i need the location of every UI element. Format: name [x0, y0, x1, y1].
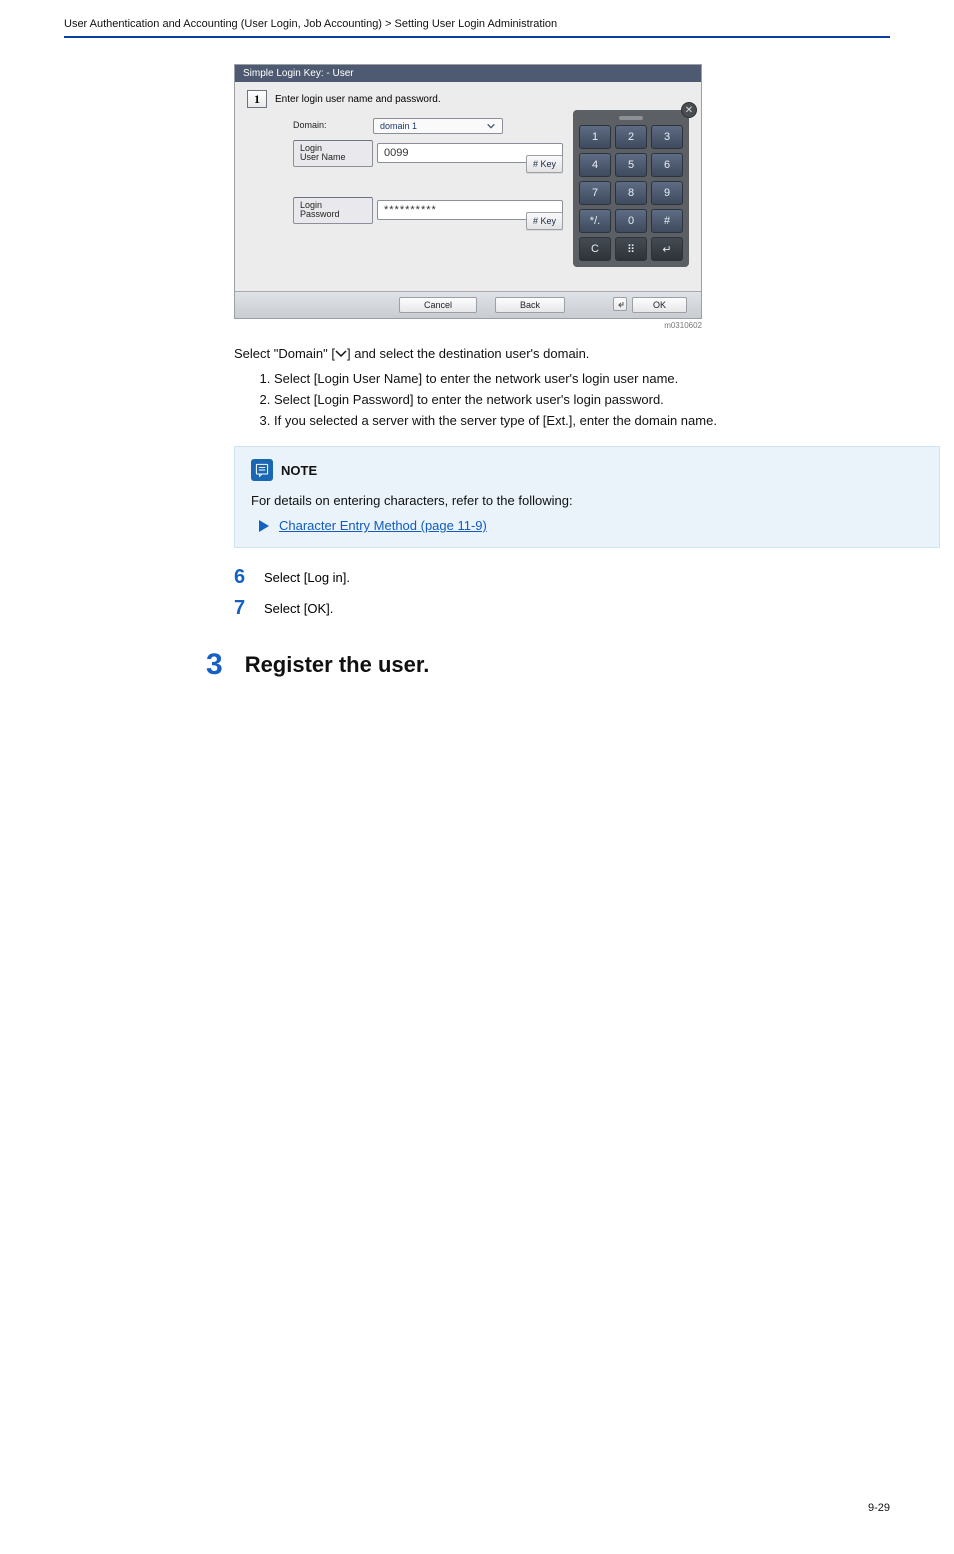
step-6-number: 6: [234, 566, 252, 589]
hash-keys-button-1[interactable]: # Key: [526, 155, 563, 173]
arrow-right-icon: [259, 520, 269, 532]
screenshot-code: m0310602: [234, 321, 702, 330]
domain-label: Domain:: [293, 121, 373, 131]
keypad-drag-handle[interactable]: [619, 116, 643, 120]
substep-1: Select [Login User Name] to enter the ne…: [274, 371, 890, 386]
login-username-label[interactable]: Login User Name: [293, 140, 373, 167]
keypad-close-icon[interactable]: ✕: [681, 102, 697, 118]
page-header-left: User Authentication and Accounting (User…: [64, 18, 557, 30]
main-step-3: 3 Register the user.: [206, 648, 890, 682]
character-entry-link[interactable]: Character Entry Method (page 11-9): [279, 518, 487, 533]
note-body-text: For details on entering characters, refe…: [251, 493, 923, 508]
chevron-down-icon: [486, 121, 496, 131]
substep-3: If you selected a server with the server…: [274, 413, 890, 428]
note-block: NOTE For details on entering characters,…: [234, 446, 940, 548]
numkey-sym[interactable]: */.: [579, 209, 611, 233]
substep-2: Select [Login Password] to enter the net…: [274, 392, 890, 407]
numkey-0[interactable]: 0: [615, 209, 647, 233]
numeric-keypad: ✕ 1 2 3 4 5 6 7 8 9 */.: [573, 110, 689, 267]
numkey-3[interactable]: 3: [651, 125, 683, 149]
note-title: NOTE: [281, 463, 317, 478]
step-7-row: 7 Select [OK].: [234, 597, 890, 620]
numkey-1[interactable]: 1: [579, 125, 611, 149]
note-icon: [251, 459, 273, 481]
numkey-grid-icon[interactable]: ⠿: [615, 237, 647, 261]
screenshot-titlebar: Simple Login Key: - User: [235, 65, 701, 82]
substep-list: Select [Login User Name] to enter the ne…: [234, 371, 890, 428]
numkey-2[interactable]: 2: [615, 125, 647, 149]
numkey-4[interactable]: 4: [579, 153, 611, 177]
wizard-step-number: 1: [247, 90, 267, 108]
numkey-8[interactable]: 8: [615, 181, 647, 205]
domain-select[interactable]: domain 1: [373, 118, 503, 134]
cancel-button[interactable]: Cancel: [399, 297, 477, 313]
wizard-instruction: Enter login user name and password.: [275, 94, 441, 105]
enter-icon: [613, 297, 627, 311]
step-7-text: Select [OK].: [264, 601, 333, 616]
footer-right-page-number: 9-29: [868, 1502, 890, 1514]
ok-button[interactable]: OK: [632, 297, 687, 313]
domain-select-value: domain 1: [380, 121, 417, 131]
numkey-5[interactable]: 5: [615, 153, 647, 177]
numkey-7[interactable]: 7: [579, 181, 611, 205]
main-step-3-text: Register the user.: [245, 652, 430, 678]
step-7-number: 7: [234, 597, 252, 620]
header-rule: [64, 36, 890, 38]
login-screenshot: Simple Login Key: - User 1 Enter login u…: [234, 64, 702, 319]
numkey-enter-icon[interactable]: ↵: [651, 237, 683, 261]
numkey-clear[interactable]: C: [579, 237, 611, 261]
main-step-3-number: 3: [206, 648, 223, 682]
numkey-6[interactable]: 6: [651, 153, 683, 177]
numkey-hash[interactable]: #: [651, 209, 683, 233]
hash-keys-button-2[interactable]: # Key: [526, 212, 563, 230]
domain-select-instruction: Select "Domain" [] and select the destin…: [234, 346, 890, 361]
numkey-9[interactable]: 9: [651, 181, 683, 205]
login-password-label[interactable]: Login Password: [293, 197, 373, 224]
step-6-text: Select [Log in].: [264, 570, 350, 585]
back-button[interactable]: Back: [495, 297, 565, 313]
step-6-row: 6 Select [Log in].: [234, 566, 890, 589]
